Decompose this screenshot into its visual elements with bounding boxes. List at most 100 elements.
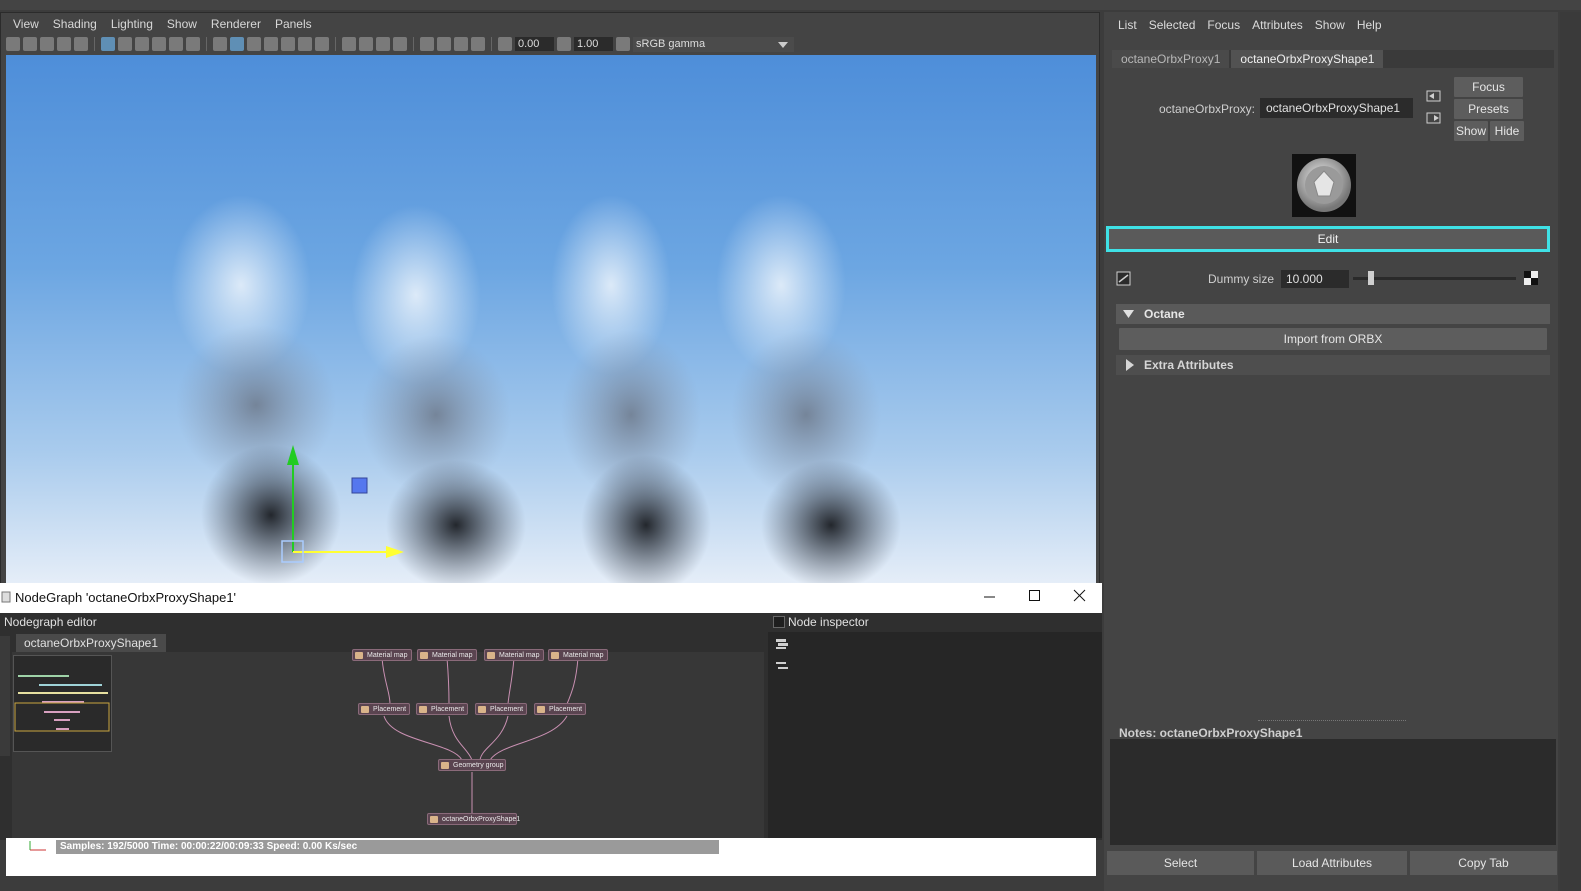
minimize-icon[interactable]	[983, 589, 997, 603]
color-management-icon[interactable]	[616, 37, 630, 51]
side-tab-strip[interactable]	[1560, 12, 1581, 891]
node-material-map[interactable]: Material map	[484, 649, 544, 661]
node-placement[interactable]: Placement	[358, 703, 410, 715]
nodegraph-tool-strip[interactable]	[0, 636, 10, 756]
film-gate-icon[interactable]	[118, 37, 132, 51]
node-material-map[interactable]: Material map	[352, 649, 412, 661]
input-connection-icon[interactable]	[1426, 89, 1442, 103]
anti-aliasing-icon[interactable]	[376, 37, 390, 51]
node-placement[interactable]: Placement	[416, 703, 468, 715]
grid-icon[interactable]	[101, 37, 115, 51]
notes-textarea[interactable]	[1110, 739, 1556, 845]
node-material-map[interactable]: Material map	[548, 649, 608, 661]
menu-panels[interactable]: Panels	[268, 14, 319, 34]
menu-view[interactable]: View	[6, 14, 46, 34]
gamma-field[interactable]: 1.00	[574, 37, 613, 51]
xray-icon[interactable]	[437, 37, 451, 51]
camera-attributes-icon[interactable]	[23, 37, 37, 51]
menu-list[interactable]: List	[1112, 15, 1143, 35]
menu-shading[interactable]: Shading	[46, 14, 104, 34]
menu-renderer[interactable]: Renderer	[204, 14, 268, 34]
image-plane-icon[interactable]	[57, 37, 71, 51]
smoke-plume-4	[716, 195, 901, 585]
presets-button[interactable]: Presets	[1454, 99, 1523, 119]
wireframe-icon[interactable]	[213, 37, 227, 51]
tab-octane-orbx-proxy-shape[interactable]: octaneOrbxProxyShape1	[1231, 50, 1384, 68]
node-inspector-checkbox[interactable]	[773, 616, 785, 628]
octane-logo-thumbnail	[1292, 154, 1356, 217]
wireframe-on-shaded-icon[interactable]	[264, 37, 278, 51]
color-space-dropdown[interactable]: sRGB gamma	[633, 36, 794, 52]
show-button[interactable]: Show	[1454, 121, 1488, 141]
shadows-icon[interactable]	[315, 37, 329, 51]
menu-show[interactable]: Show	[1309, 15, 1351, 35]
close-icon[interactable]	[1073, 589, 1087, 603]
notes-resize-handle[interactable]	[1258, 720, 1406, 721]
node-material-map[interactable]: Material map	[417, 649, 477, 661]
isolate-select-icon[interactable]	[420, 37, 434, 51]
menu-focus[interactable]: Focus	[1201, 15, 1246, 35]
nodegraph-tab[interactable]: octaneOrbxProxyShape1	[16, 634, 166, 652]
field-chart-icon[interactable]	[169, 37, 183, 51]
pencil-icon[interactable]	[74, 37, 88, 51]
node-geometry-group[interactable]: Geometry group	[438, 759, 506, 771]
dummy-size-slider[interactable]	[1353, 277, 1516, 280]
bookmark-icon[interactable]	[40, 37, 54, 51]
expand-right-icon	[1126, 359, 1134, 371]
tab-octane-orbx-proxy[interactable]: octaneOrbxProxy1	[1112, 50, 1230, 68]
maximize-icon[interactable]	[1028, 589, 1042, 603]
proxy-node-name-field[interactable]: octaneOrbxProxyShape1	[1260, 98, 1413, 118]
nodegraph-canvas[interactable]: Material map Material map Material map M…	[12, 649, 764, 838]
menu-attributes[interactable]: Attributes	[1246, 15, 1309, 35]
octane-section-header[interactable]: Octane	[1116, 304, 1550, 324]
collapse-all-icon[interactable]	[775, 660, 789, 672]
depth-of-field-icon[interactable]	[393, 37, 407, 51]
dummy-size-slider-handle[interactable]	[1368, 271, 1374, 285]
toolbar-divider	[335, 37, 336, 51]
output-connection-icon[interactable]	[1426, 111, 1442, 125]
dummy-size-field[interactable]: 10.000	[1281, 270, 1349, 288]
gate-mask-icon[interactable]	[152, 37, 166, 51]
map-texture-icon[interactable]	[1116, 271, 1132, 287]
ambient-occlusion-icon[interactable]	[342, 37, 356, 51]
smoke-plume-2	[351, 205, 526, 585]
node-placement[interactable]: Placement	[475, 703, 527, 715]
notes-label: Notes: octaneOrbxProxyShape1	[1119, 726, 1303, 740]
menu-help[interactable]: Help	[1351, 15, 1388, 35]
edit-button[interactable]: Edit	[1106, 226, 1550, 252]
default-material-icon[interactable]	[247, 37, 261, 51]
textured-icon[interactable]	[281, 37, 295, 51]
expand-all-icon[interactable]	[775, 638, 789, 650]
backface-culling-icon[interactable]	[471, 37, 485, 51]
toolbar-divider	[491, 37, 492, 51]
copy-tab-button[interactable]: Copy Tab	[1410, 851, 1557, 875]
hide-button[interactable]: Hide	[1490, 121, 1524, 141]
xray-joints-icon[interactable]	[454, 37, 468, 51]
axis-icon	[29, 841, 46, 851]
nodegraph-minimap[interactable]	[13, 655, 112, 752]
node-output-proxy-shape[interactable]: octaneOrbxProxyShape1	[427, 813, 520, 825]
lights-icon[interactable]	[298, 37, 312, 51]
window-app-icon	[1, 591, 11, 603]
menu-lighting[interactable]: Lighting	[104, 14, 160, 34]
checker-map-icon[interactable]	[1524, 271, 1538, 285]
camera-icon[interactable]	[6, 37, 20, 51]
node-placement[interactable]: Placement	[534, 703, 586, 715]
import-from-orbx-button[interactable]: Import from ORBX	[1119, 328, 1547, 350]
select-button[interactable]: Select	[1107, 851, 1254, 875]
exposure-icon[interactable]	[498, 37, 512, 51]
exposure-field[interactable]: 0.00	[515, 37, 554, 51]
motion-blur-icon[interactable]	[359, 37, 373, 51]
load-attributes-button[interactable]: Load Attributes	[1257, 851, 1407, 875]
focus-button[interactable]: Focus	[1454, 77, 1523, 97]
safe-action-icon[interactable]	[186, 37, 200, 51]
menu-show[interactable]: Show	[160, 14, 204, 34]
extra-attributes-section-header[interactable]: Extra Attributes	[1116, 355, 1550, 375]
3d-viewport[interactable]	[6, 55, 1096, 585]
nodegraph-window-title: NodeGraph 'octaneOrbxProxyShape1'	[15, 590, 237, 605]
gamma-icon[interactable]	[557, 37, 571, 51]
smooth-shade-icon[interactable]	[230, 37, 244, 51]
menu-selected[interactable]: Selected	[1143, 15, 1202, 35]
resolution-gate-icon[interactable]	[135, 37, 149, 51]
dummy-size-label: Dummy size	[1207, 272, 1274, 286]
